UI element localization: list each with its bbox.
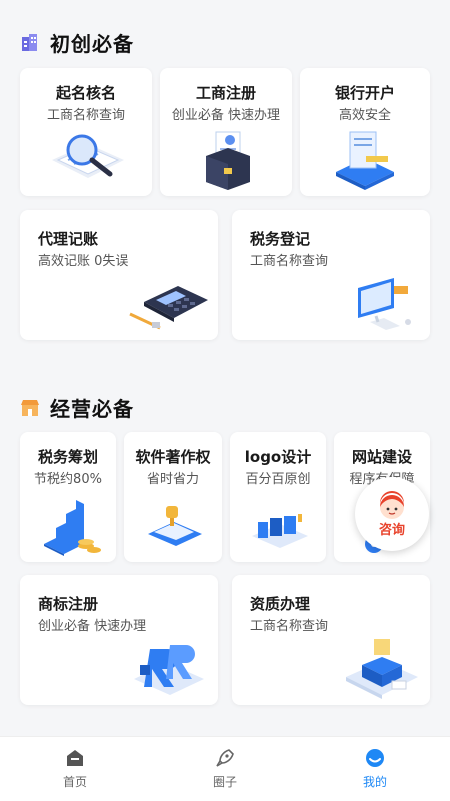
card-subtitle: 工商名称查询 [46,108,125,123]
card-name-check[interactable]: 起名核名 工商名称查询 [20,68,152,196]
card-title: 税务筹划 [37,448,98,466]
profile-icon [366,749,384,767]
folder-document-icon [206,131,250,190]
tab-mine[interactable]: 我的 [300,737,450,801]
building-icon [20,33,40,53]
card-tax-registration[interactable]: 税务登记 工商名称查询 [232,210,430,340]
card-subtitle: 百分百原创 [245,472,311,487]
section-header-startup: 初创必备 [20,28,134,57]
consult-label: 咨询 [378,522,405,538]
card-software-copyright[interactable]: 软件著作权 省时省力 [124,432,222,562]
section-header-business: 经营必备 [20,393,134,422]
tab-circle[interactable]: 圈子 [150,737,300,801]
building-badge-icon [346,639,418,699]
logo-blocks-icon [252,514,308,548]
card-bank-account[interactable]: 银行开户 高效安全 [300,68,430,196]
card-qualification[interactable]: 资质办理 工商名称查询 [232,575,430,705]
consult-button[interactable]: 咨询 [355,477,429,551]
monitor-icon [358,278,411,330]
rocket-icon [216,749,234,767]
bank-card-icon [336,131,394,190]
stairs-coins-icon [44,500,101,556]
card-title: 软件著作权 [135,448,211,466]
home-icon [67,750,83,766]
card-title: 代理记账 [38,230,99,248]
card-title: 网站建设 [351,448,412,466]
tab-label: 圈子 [212,775,237,789]
card-title: 资质办理 [250,595,311,613]
card-subtitle: 工商名称查询 [250,619,329,634]
card-company-registration[interactable]: 工商注册 创业必备 快速办理 [160,68,292,196]
card-subtitle: 高效安全 [338,108,391,123]
tab-home[interactable]: 首页 [0,737,150,801]
card-subtitle: 高效记账 0失误 [38,254,129,269]
card-title: 起名核名 [55,84,116,102]
card-logo-design[interactable]: logo设计 百分百原创 [230,432,326,562]
card-title: 银行开户 [334,84,395,102]
tab-label: 我的 [362,775,387,789]
card-trademark[interactable]: 商标注册 创业必备 快速办理 [20,575,218,705]
magnifier-document-icon [52,134,124,178]
card-title: logo设计 [244,448,312,466]
registered-mark-icon [134,645,204,695]
card-bookkeeping[interactable]: 代理记账 高效记账 0失误 [20,210,218,340]
card-subtitle: 创业必备 快速办理 [38,619,147,634]
section-title: 经营必备 [50,397,134,421]
certificate-trophy-icon [148,506,202,546]
card-tax-planning[interactable]: 税务筹划 节税约80% [20,432,116,562]
card-title: 商标注册 [38,595,99,613]
card-subtitle: 节税约80% [34,472,102,487]
card-subtitle: 工商名称查询 [250,254,329,269]
section-title: 初创必备 [50,32,134,56]
customer-service-avatar-icon [380,490,404,519]
tab-label: 首页 [62,775,87,789]
card-title: 税务登记 [250,230,311,248]
store-icon [20,398,40,418]
card-subtitle: 创业必备 快速办理 [171,108,281,123]
card-subtitle: 省时省力 [146,472,199,487]
calculator-icon [129,286,208,330]
card-title: 工商注册 [195,84,256,102]
bottom-tab-bar: 首页 圈子 我的 [0,736,450,801]
